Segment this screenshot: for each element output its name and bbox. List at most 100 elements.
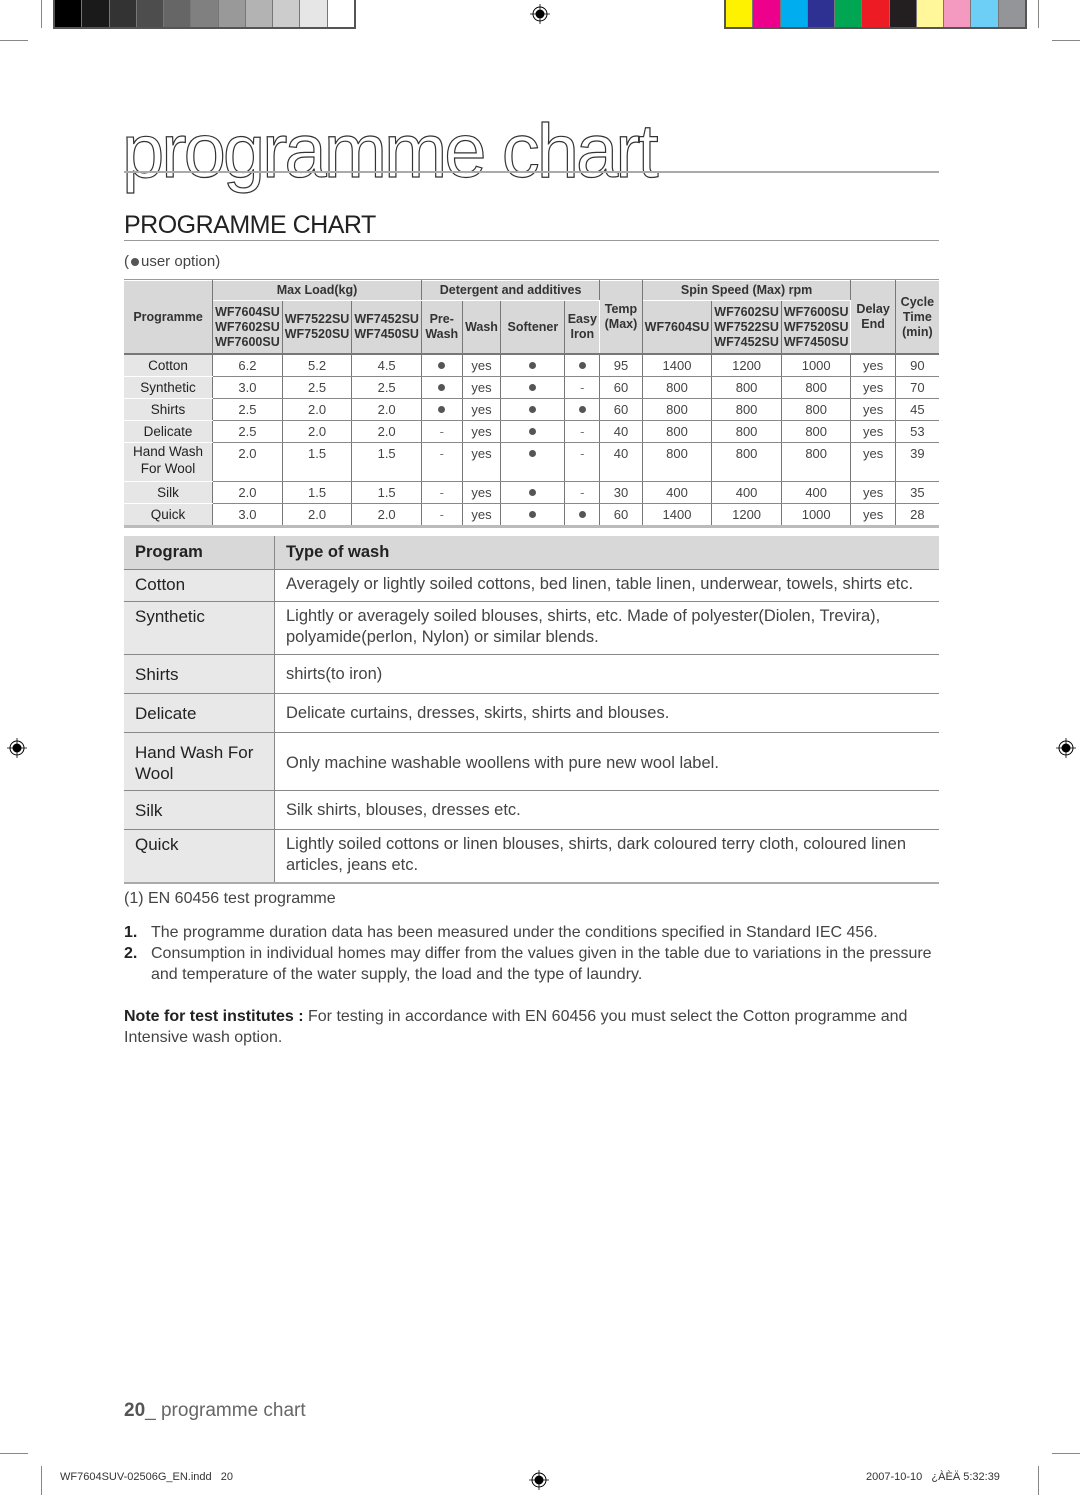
color-swatch (916, 0, 945, 27)
table-row: Cotton 6.2 5.2 4.5 yes 95 1400 1200 1000 yes 90 (124, 354, 939, 377)
header-load-model: WF7522SU WF7520SU (281, 300, 353, 355)
delay-end-cell: yes (850, 376, 896, 399)
bullet-icon (131, 257, 139, 266)
programme-name: Shirts (124, 398, 214, 421)
spin-speed: 400 (711, 481, 782, 504)
spin-speed: 800 (642, 398, 713, 421)
gray-swatch (300, 0, 328, 27)
header-spin-speed: Spin Speed (Max) rpm (641, 280, 852, 301)
table-row: Silk 2.0 1.5 1.5- yes -30 400 400 400 yes 35 (124, 481, 939, 504)
header-spin-model: WF7602SU WF7522SU WF7452SU (711, 300, 782, 355)
gray-swatch (191, 0, 219, 27)
temp-cell: 30 (599, 481, 643, 504)
programme-table: Programme Max Load(kg) Detergent and add… (124, 280, 939, 528)
legend-label: user option (141, 253, 216, 270)
gray-swatch (245, 0, 274, 27)
wash-description: Lightly soiled cottons or linen blouses,… (274, 829, 939, 884)
easy-iron-cell: - (564, 442, 601, 482)
programme-name: Quick (124, 503, 214, 528)
temp-cell: 60 (599, 503, 643, 528)
wash-description: Only machine washable woollens with pure… (274, 732, 939, 791)
table-row: Shirts shirts(to iron) (124, 654, 939, 694)
section-title: PROGRAMME CHART (124, 211, 376, 239)
note-text: The programme duration data has been mea… (151, 924, 878, 941)
color-swatch-bar (724, 0, 1027, 29)
programme-name: Silk (124, 481, 214, 504)
max-load: 2.5 (282, 376, 353, 399)
max-load: 1.5 (282, 442, 353, 482)
max-load: 1.5 (351, 442, 422, 482)
max-load: 2.0 (351, 420, 422, 443)
cycle-time: 45 (895, 398, 939, 421)
program-name: Synthetic (124, 601, 275, 655)
max-load: 4.5 (351, 354, 422, 377)
wash-description: Averagely or lightly soiled cottons, bed… (274, 569, 939, 602)
header-delay-end: Delay End (850, 280, 896, 355)
bullet-icon (438, 362, 446, 370)
prewash-cell (421, 354, 463, 377)
crop-mark (0, 40, 28, 41)
temp-cell: 60 (599, 398, 643, 421)
title-rule (124, 171, 939, 173)
bullet-icon (438, 384, 446, 392)
easy-iron-cell (564, 398, 601, 421)
easy-iron-cell (564, 354, 601, 377)
temp-cell: 95 (599, 354, 643, 377)
spin-speed: 800 (711, 420, 782, 443)
cycle-time: 35 (895, 481, 939, 504)
table-row: Hand Wash For Wool 2.0 1.5 1.5- yes -40 800 800… (124, 442, 939, 482)
prewash-cell: - (421, 420, 463, 443)
max-load: 5.2 (282, 354, 353, 377)
header-program: Program (124, 536, 275, 570)
spin-speed: 1000 (781, 354, 852, 377)
easy-iron-cell: - (564, 376, 601, 399)
header-prewash: Pre- Wash (420, 300, 463, 355)
crop-mark (41, 0, 42, 28)
spin-speed: 800 (711, 376, 782, 399)
softener-cell (500, 398, 566, 421)
wash-cell: yes (462, 398, 502, 421)
table-row: Synthetic 3.0 2.5 2.5 yes -60 800 800 800 yes 70 (124, 376, 939, 399)
header-max-load: Max Load(kg) (212, 280, 422, 301)
footnote: (1) EN 60456 test programme (124, 890, 336, 907)
max-load: 1.5 (351, 481, 422, 504)
note-label: Note for test institutes : (124, 1008, 304, 1025)
print-slug-file: WF7604SUV-02506G_EN.indd 20 (60, 1471, 234, 1483)
dash: - (580, 485, 585, 500)
page-footer: 20_ programme chart (124, 1400, 306, 1422)
easy-iron-cell: - (564, 420, 601, 443)
spin-speed: 1400 (642, 354, 713, 377)
softener-cell (500, 376, 566, 399)
max-load: 2.0 (212, 442, 283, 482)
gray-swatch (109, 0, 137, 27)
header-load-model: WF7452SU WF7450SU (351, 300, 422, 355)
spin-speed: 800 (642, 420, 713, 443)
print-slug-date: 2007-10-10 ¿ÀÈÄ 5:32:39 (866, 1471, 1000, 1483)
color-swatch (889, 0, 917, 27)
temp-cell: 40 (599, 442, 643, 482)
test-institutes-note: Note for test institutes : For testing i… (124, 1006, 939, 1048)
cycle-time: 90 (895, 354, 939, 377)
cycle-time: 28 (895, 503, 939, 528)
program-name: Cotton (124, 569, 275, 602)
spin-speed: 1000 (781, 503, 852, 528)
easy-iron-cell (564, 503, 601, 528)
spin-speed: 800 (781, 376, 852, 399)
table-row: Silk Silk shirts, blouses, dresses etc. (124, 790, 939, 830)
max-load: 2.5 (212, 420, 283, 443)
dash: - (439, 446, 444, 461)
wash-description: Delicate curtains, dresses, skirts, shir… (274, 693, 939, 733)
bullet-icon (529, 384, 537, 392)
prewash-cell: - (421, 481, 463, 504)
dash: - (439, 424, 444, 439)
wash-cell: yes (462, 354, 502, 377)
easy-iron-cell: - (564, 481, 601, 504)
delay-end-cell: yes (850, 442, 896, 482)
section-rule (124, 240, 939, 241)
table-row: Delicate 2.5 2.0 2.0- yes -40 800 800 800 yes 53 (124, 420, 939, 443)
delay-end-cell: yes (850, 481, 896, 504)
registration-mark-icon (7, 738, 27, 758)
gray-swatch (82, 0, 110, 27)
bullet-icon (438, 406, 446, 414)
program-name: Delicate (124, 693, 275, 733)
